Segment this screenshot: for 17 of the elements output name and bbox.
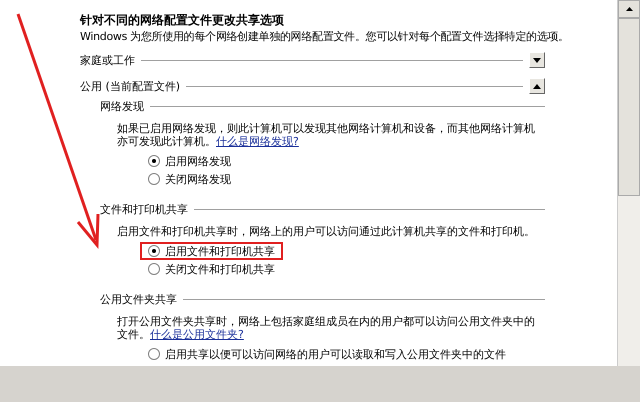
option-label: 启用共享以便可以访问网络的用户可以读取和写入公用文件夹中的文件 — [165, 346, 506, 362]
section-description: 打开公用文件夹共享时，网络上包括家庭组成员在内的用户都可以访问公用文件夹中的文件。什么是公用文件夹? — [116, 315, 536, 341]
section-description: 启用文件和打印机共享时，网络上的用户可以访问通过此计算机共享的文件和打印机。 — [116, 225, 536, 238]
option-label: 启用文件和打印机共享 — [165, 244, 275, 258]
profile-label: 公用 (当前配置文件) — [80, 78, 180, 94]
help-link[interactable]: 什么是公用文件夹? — [150, 328, 244, 341]
help-link[interactable]: 什么是网络发现? — [216, 135, 299, 148]
section-title: 公用文件夹共享 — [100, 292, 177, 306]
profile-label: 家庭或工作 — [80, 52, 135, 68]
option-label: 关闭文件和打印机共享 — [165, 262, 275, 276]
section-title: 文件和打印机共享 — [100, 202, 188, 216]
option-label: 启用网络发现 — [165, 154, 231, 168]
option-label: 关闭网络发现 — [165, 172, 231, 186]
description-text: Windows 为您所使用的每个网络创建单独的网络配置文件。您可以针对每个配置文件选择特定的选项。 — [80, 29, 569, 45]
page-heading: 针对不同的网络配置文件更改共享选项 — [80, 12, 285, 28]
section-title: 网络发现 — [100, 98, 144, 114]
section-description: 如果已启用网络发现，则此计算机可以发现其他网络计算机和设备，而其他网络计算机亦可发现此计算机。什么是网络发现? — [116, 122, 536, 148]
